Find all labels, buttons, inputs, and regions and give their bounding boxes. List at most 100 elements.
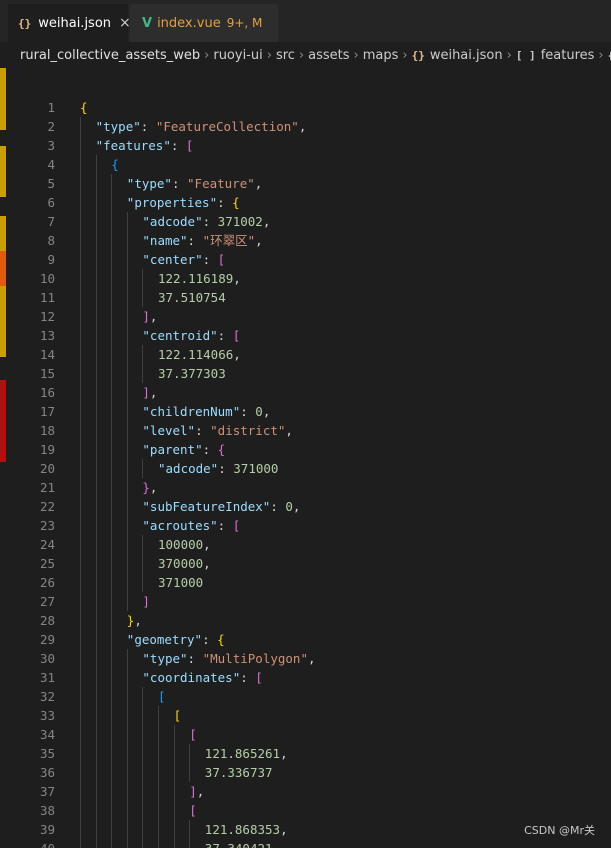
code-line[interactable]: 8 "name": "环翠区", [7,231,611,250]
code-line[interactable]: 23 "acroutes": [ [7,516,611,535]
code-line[interactable]: 36 37.336737 [7,763,611,782]
indent-guide [80,820,81,839]
code-line[interactable]: 24 100000, [7,535,611,554]
code-token: ] [142,594,150,609]
code-line[interactable]: 10 122.116189, [7,269,611,288]
code-line[interactable]: 33 [ [7,706,611,725]
code-line[interactable]: 5 "type": "Feature", [7,174,611,193]
code-text: 122.116189, [158,269,241,288]
code-line[interactable]: 3 "features": [ [7,136,611,155]
code-token: { [80,100,88,115]
indent-guide [80,345,81,364]
code-line[interactable]: 28}, [7,611,611,630]
code-line[interactable]: 9 "center": [ [7,250,611,269]
code-line[interactable]: 21}, [7,478,611,497]
code-line[interactable]: 11 37.510754 [7,288,611,307]
git-change-marker[interactable] [0,146,6,197]
indent-guide [126,250,128,269]
line-number: 3 [47,138,55,153]
code-line[interactable]: 25 370000, [7,554,611,573]
code-line[interactable]: 30 "type": "MultiPolygon", [7,649,611,668]
code-text: 370000, [158,554,211,573]
indent-guide [80,782,81,801]
code-line[interactable]: 31 "coordinates": [ [7,668,611,687]
code-line[interactable]: 6 "properties": { [7,193,611,212]
git-change-marker[interactable] [0,251,6,287]
git-change-marker[interactable] [0,68,6,131]
breadcrumb-file[interactable]: weihai.json [430,48,503,63]
git-change-marker[interactable] [0,380,6,462]
code-line[interactable]: 35 121.865261, [7,744,611,763]
indent-guide [95,440,97,459]
code-line[interactable]: 27] [7,592,611,611]
code-token: 121.865261 [204,746,281,761]
breadcrumb-item[interactable]: rural_collective_assets_web [20,48,200,63]
code-text: 37.340421 [205,839,273,848]
line-number: 36 [39,765,55,780]
code-token: : [187,233,203,248]
breadcrumb-item[interactable]: src [276,48,295,63]
code-line[interactable]: 13 "centroid": [ [7,326,611,345]
code-token: : [140,119,156,134]
code-line[interactable]: 40 37.340421 [7,839,611,848]
tab-weihai-json[interactable]: {} weihai.json × [8,4,131,42]
code-line[interactable]: 18 "level": "district", [7,421,611,440]
code-line[interactable]: 26 371000 [7,573,611,592]
code-token: [ [232,328,241,343]
indent-guide [111,345,113,364]
code-line[interactable]: 29 "geometry": { [7,630,611,649]
code-token: 371000 [158,575,204,590]
code-text: 122.114066, [158,345,241,364]
breadcrumb-item[interactable]: maps [363,48,399,63]
indent-guide [111,592,113,611]
code-line[interactable]: 15 37.377303 [7,364,611,383]
indent-guide [142,269,144,288]
code-line[interactable]: 32 [ [7,687,611,706]
close-icon[interactable]: × [119,15,131,31]
code-token: "Feature" [187,176,255,191]
line-number: 40 [7,839,55,848]
code-line[interactable]: 17 "childrenNum": 0, [7,402,611,421]
chevron-right-icon: › [204,47,210,63]
indent-guide [126,763,128,782]
breadcrumb-node[interactable]: features [541,48,595,63]
tab-index-vue[interactable]: V index.vue 9+, M [130,4,278,42]
code-line[interactable]: 7 "adcode": 371002, [7,212,611,231]
code-line[interactable]: 38 [ [7,801,611,820]
indent-guide [126,478,128,497]
git-change-marker[interactable] [0,286,6,357]
breadcrumb-item[interactable]: assets [308,48,349,63]
code-line[interactable]: 2 "type": "FeatureCollection", [7,117,611,136]
line-number: 29 [39,632,55,647]
code-text: }, [142,478,157,497]
code-token: : [195,423,211,438]
code-token: 37.510754 [158,290,226,305]
code-line[interactable]: 14 122.114066, [7,345,611,364]
code-text: "properties": { [127,193,240,212]
line-number: 7 [47,214,55,229]
code-line[interactable]: 34 [ [7,725,611,744]
code-token: , [262,214,271,229]
code-line[interactable]: 37], [7,782,611,801]
indent-guide [126,649,128,668]
line-number: 20 [39,461,55,476]
code-line[interactable]: 1{ [7,98,611,117]
code-line[interactable]: 12], [7,307,611,326]
code-line[interactable]: 4{ [7,155,611,174]
breadcrumb-item[interactable]: ruoyi-ui [213,48,262,63]
line-number: 8 [47,233,55,248]
git-change-marker[interactable] [0,216,6,252]
code-line[interactable]: 16], [7,383,611,402]
indent-guide [80,136,81,155]
breadcrumb: rural_collective_assets_web › ruoyi-ui ›… [0,42,611,68]
code-line[interactable]: 22 "subFeatureIndex": 0, [7,497,611,516]
code-line[interactable]: 39 121.868353, [7,820,611,839]
indent-guide [95,212,97,231]
code-editor[interactable]: 1{2 "type": "FeatureCollection", 3 "feature… [7,68,611,848]
code-token: , [134,613,142,628]
indent-guide [111,725,113,744]
code-line[interactable]: 20 "adcode": 371000 [7,459,611,478]
indent-guide [142,744,144,763]
line-number: 37 [39,784,55,799]
code-line[interactable]: 19 "parent": { [7,440,611,459]
